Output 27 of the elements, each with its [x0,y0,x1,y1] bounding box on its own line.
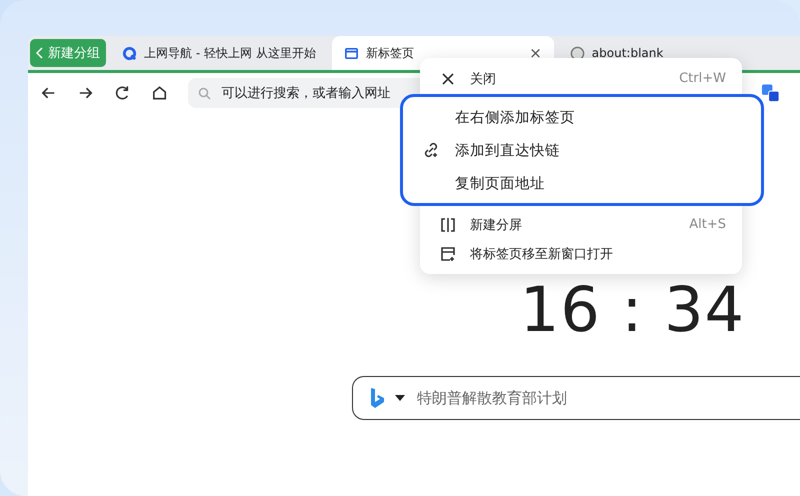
page-icon [344,46,359,60]
shortcut-label: Alt+S [689,217,726,232]
browser-tab[interactable]: 上网导航 - 轻快上网 从这里开始 [110,36,328,70]
search-bar[interactable]: 特朗普解散教育部计划 [352,376,800,420]
menu-item[interactable]: 在右侧添加标签页 [423,100,741,134]
globe-icon [570,46,585,60]
tab-title: 新标签页 [366,44,414,62]
chevron-left-icon [36,47,44,59]
tab-title: about:blank [592,46,664,60]
tab-title: 上网导航 - 轻快上网 从这里开始 [144,44,316,62]
tab-close-button[interactable]: × [529,44,542,62]
menu-item[interactable]: 添加到直达快链 [423,134,741,166]
shortcut-label: Ctrl+W [679,71,726,86]
q-logo-icon [122,46,137,60]
link-plus-icon [423,142,439,158]
b-logo-icon [369,387,385,409]
menu-item[interactable]: 新建分屏 Alt+S [420,210,742,239]
translate-icon[interactable] [760,83,780,103]
dropdown-caret-icon[interactable] [395,395,405,401]
menu-item[interactable]: 复制页面地址 [423,166,741,200]
search-icon [198,86,212,100]
split-screen-icon [440,216,456,232]
window-plus-icon [440,246,456,262]
clock-time: 16 : 34 [520,273,745,346]
menu-item[interactable]: 将标签页移至新窗口打开 [420,239,742,268]
close-icon [440,70,456,86]
home-icon[interactable] [151,84,168,102]
